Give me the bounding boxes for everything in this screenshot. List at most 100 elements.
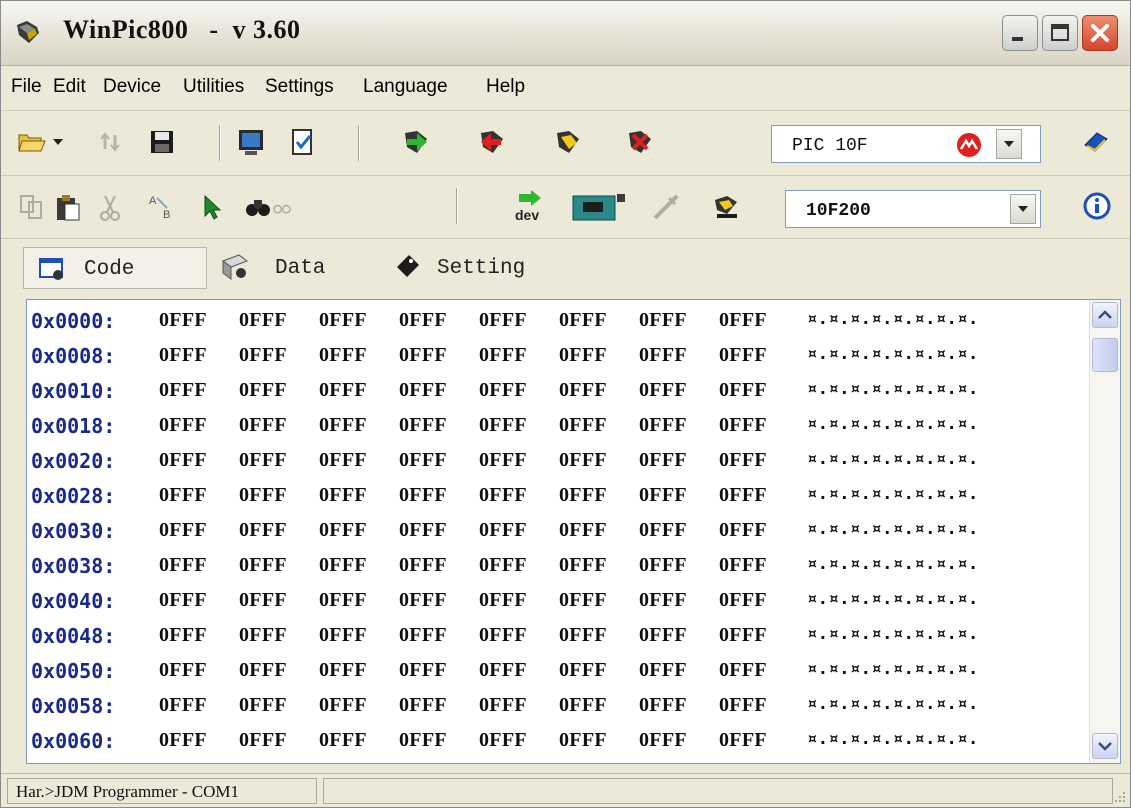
hex-word-cell[interactable]: 0FFF xyxy=(719,589,767,612)
green-chip-arrow-icon[interactable] xyxy=(401,127,431,157)
resize-grip-icon[interactable] xyxy=(1111,788,1127,804)
hex-word-cell[interactable]: 0FFF xyxy=(639,729,687,752)
hex-word-cell[interactable]: 0FFF xyxy=(319,449,367,472)
red-chip-x-icon[interactable] xyxy=(625,127,655,157)
hex-word-cell[interactable]: 0FFF xyxy=(559,309,607,332)
code-hex-grid[interactable]: 0x0000: 0FFF 0FFF 0FFF 0FFF 0FFF 0FFF 0FFF 0FFF ¤… xyxy=(26,299,1121,764)
hex-word-cell[interactable]: 0FFF xyxy=(159,484,207,507)
hex-word-cell[interactable]: 0FFF xyxy=(639,379,687,402)
menu-device[interactable]: Device xyxy=(103,76,161,98)
hex-word-cell[interactable]: 0FFF xyxy=(639,659,687,682)
hex-word-cell[interactable]: 0FFF xyxy=(479,624,527,647)
tab-setting[interactable]: Setting xyxy=(391,247,571,289)
chip-settings-icon[interactable] xyxy=(711,192,741,222)
hex-word-cell[interactable]: 0FFF xyxy=(159,554,207,577)
hex-word-cell[interactable]: 0FFF xyxy=(479,379,527,402)
tab-data[interactable]: Data xyxy=(211,247,381,289)
hex-word-cell[interactable]: 0FFF xyxy=(319,554,367,577)
hex-word-cell[interactable]: 0FFF xyxy=(479,694,527,717)
vertical-scrollbar[interactable] xyxy=(1089,300,1120,763)
book-icon[interactable] xyxy=(1081,127,1111,157)
device-family-select[interactable]: PIC 10F xyxy=(771,125,1041,163)
hex-word-cell[interactable]: 0FFF xyxy=(399,554,447,577)
hex-word-cell[interactable]: 0FFF xyxy=(639,449,687,472)
hex-word-cell[interactable]: 0FFF xyxy=(479,554,527,577)
hex-word-cell[interactable]: 0FFF xyxy=(239,694,287,717)
hex-word-cell[interactable]: 0FFF xyxy=(479,309,527,332)
copy-icon[interactable] xyxy=(17,192,47,222)
hex-word-cell[interactable]: 0FFF xyxy=(319,729,367,752)
hex-word-cell[interactable]: 0FFF xyxy=(719,309,767,332)
hex-word-cell[interactable]: 0FFF xyxy=(639,484,687,507)
scroll-down-button[interactable] xyxy=(1092,733,1118,759)
hex-word-cell[interactable]: 0FFF xyxy=(159,449,207,472)
table-row[interactable]: 0x0010: 0FFF 0FFF 0FFF 0FFF 0FFF 0FFF 0FFF 0FFF ¤… xyxy=(27,371,1087,407)
reload-icon[interactable] xyxy=(95,127,125,157)
hex-word-cell[interactable]: 0FFF xyxy=(159,729,207,752)
hex-word-cell[interactable]: 0FFF xyxy=(239,449,287,472)
hex-word-cell[interactable]: 0FFF xyxy=(399,449,447,472)
hex-word-cell[interactable]: 0FFF xyxy=(559,694,607,717)
table-row[interactable]: 0x0050: 0FFF 0FFF 0FFF 0FFF 0FFF 0FFF 0FFF 0FFF ¤… xyxy=(27,651,1087,687)
hex-word-cell[interactable]: 0FFF xyxy=(319,694,367,717)
hex-word-cell[interactable]: 0FFF xyxy=(559,344,607,367)
hex-word-cell[interactable]: 0FFF xyxy=(559,589,607,612)
hex-word-cell[interactable]: 0FFF xyxy=(159,344,207,367)
hex-word-cell[interactable]: 0FFF xyxy=(239,344,287,367)
hex-word-cell[interactable]: 0FFF xyxy=(719,484,767,507)
hex-word-cell[interactable]: 0FFF xyxy=(399,484,447,507)
title-bar[interactable]: WinPic800 - v 3.60 xyxy=(1,1,1130,66)
hex-word-cell[interactable]: 0FFF xyxy=(719,414,767,437)
table-row[interactable]: 0x0060: 0FFF 0FFF 0FFF 0FFF 0FFF 0FFF 0FFF 0FFF ¤… xyxy=(27,721,1087,757)
chevron-down-icon[interactable] xyxy=(51,137,65,147)
hex-word-cell[interactable]: 0FFF xyxy=(239,414,287,437)
maximize-button[interactable] xyxy=(1042,15,1078,51)
hex-word-cell[interactable]: 0FFF xyxy=(159,589,207,612)
hex-word-cell[interactable]: 0FFF xyxy=(399,344,447,367)
cable-icon[interactable] xyxy=(651,192,681,222)
table-row[interactable]: 0x0028: 0FFF 0FFF 0FFF 0FFF 0FFF 0FFF 0FFF 0FFF ¤… xyxy=(27,476,1087,512)
hardware-board-icon[interactable] xyxy=(571,190,627,224)
hex-word-cell[interactable]: 0FFF xyxy=(319,379,367,402)
device-model-dropdown-button[interactable] xyxy=(1010,194,1036,224)
hex-word-cell[interactable]: 0FFF xyxy=(639,554,687,577)
scroll-up-button[interactable] xyxy=(1092,302,1118,328)
hex-word-cell[interactable]: 0FFF xyxy=(319,344,367,367)
table-row[interactable]: 0x0020: 0FFF 0FFF 0FFF 0FFF 0FFF 0FFF 0FFF 0FFF ¤… xyxy=(27,441,1087,477)
cursor-arrow-icon[interactable] xyxy=(197,192,227,222)
table-row[interactable]: 0x0030: 0FFF 0FFF 0FFF 0FFF 0FFF 0FFF 0FFF 0FFF ¤… xyxy=(27,511,1087,547)
hex-word-cell[interactable]: 0FFF xyxy=(399,729,447,752)
menu-language[interactable]: Language xyxy=(363,76,448,98)
hex-word-cell[interactable]: 0FFF xyxy=(159,414,207,437)
hex-word-cell[interactable]: 0FFF xyxy=(159,624,207,647)
hex-word-cell[interactable]: 0FFF xyxy=(479,589,527,612)
hex-word-cell[interactable]: 0FFF xyxy=(559,729,607,752)
hex-word-cell[interactable]: 0FFF xyxy=(319,624,367,647)
info-icon[interactable] xyxy=(1083,192,1111,220)
hex-word-cell[interactable]: 0FFF xyxy=(559,414,607,437)
menu-file[interactable]: File xyxy=(11,76,42,98)
hex-word-cell[interactable]: 0FFF xyxy=(719,729,767,752)
hex-word-cell[interactable]: 0FFF xyxy=(479,519,527,542)
hex-word-cell[interactable]: 0FFF xyxy=(719,449,767,472)
cut-icon[interactable] xyxy=(95,192,125,222)
device-model-select[interactable]: 10F200 xyxy=(785,190,1041,228)
table-row[interactable]: 0x0040: 0FFF 0FFF 0FFF 0FFF 0FFF 0FFF 0FFF 0FFF ¤… xyxy=(27,581,1087,617)
hex-word-cell[interactable]: 0FFF xyxy=(159,659,207,682)
hex-word-cell[interactable]: 0FFF xyxy=(639,309,687,332)
hex-word-cell[interactable]: 0FFF xyxy=(159,694,207,717)
folder-open-icon[interactable] xyxy=(17,127,47,157)
hex-word-cell[interactable]: 0FFF xyxy=(399,659,447,682)
hex-word-cell[interactable]: 0FFF xyxy=(479,414,527,437)
monitor-icon[interactable] xyxy=(236,127,266,157)
hex-word-cell[interactable]: 0FFF xyxy=(239,659,287,682)
hex-word-cell[interactable]: 0FFF xyxy=(479,659,527,682)
hex-word-cell[interactable]: 0FFF xyxy=(719,624,767,647)
hex-word-cell[interactable]: 0FFF xyxy=(559,624,607,647)
menu-utilities[interactable]: Utilities xyxy=(183,76,244,98)
hex-word-cell[interactable]: 0FFF xyxy=(399,589,447,612)
hex-word-cell[interactable]: 0FFF xyxy=(639,519,687,542)
hex-word-cell[interactable]: 0FFF xyxy=(559,379,607,402)
hex-word-cell[interactable]: 0FFF xyxy=(719,694,767,717)
hex-word-cell[interactable]: 0FFF xyxy=(719,344,767,367)
